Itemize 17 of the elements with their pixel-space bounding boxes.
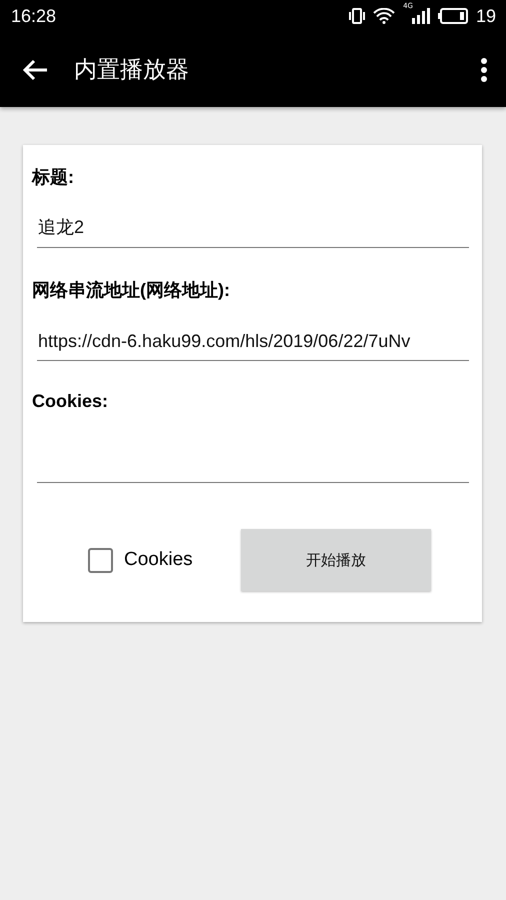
vibrate-icon [349, 8, 366, 24]
field-label: 标题: [32, 166, 75, 189]
start-play-button[interactable]: 开始播放 [241, 529, 431, 591]
screen-title: 内置播放器 [74, 56, 190, 85]
battery-level: 19 [476, 6, 496, 26]
input-field[interactable]: 追龙2 [37, 207, 469, 248]
more-menu-icon[interactable] [480, 58, 488, 82]
status-time: 16:28 [11, 6, 56, 26]
signal-icon [412, 8, 430, 24]
back-arrow-icon[interactable] [22, 58, 48, 80]
input-field[interactable]: https://cdn-6.haku99.com/hls/2019/06/22/7uNv [37, 320, 469, 361]
battery-icon [438, 8, 468, 24]
field-label: 网络串流地址(网络地址): [32, 279, 231, 302]
checkbox-label: Cookies [124, 549, 193, 571]
checkbox[interactable] [88, 548, 113, 572]
field-label: Cookies: [32, 391, 110, 412]
wifi-icon [373, 8, 396, 24]
